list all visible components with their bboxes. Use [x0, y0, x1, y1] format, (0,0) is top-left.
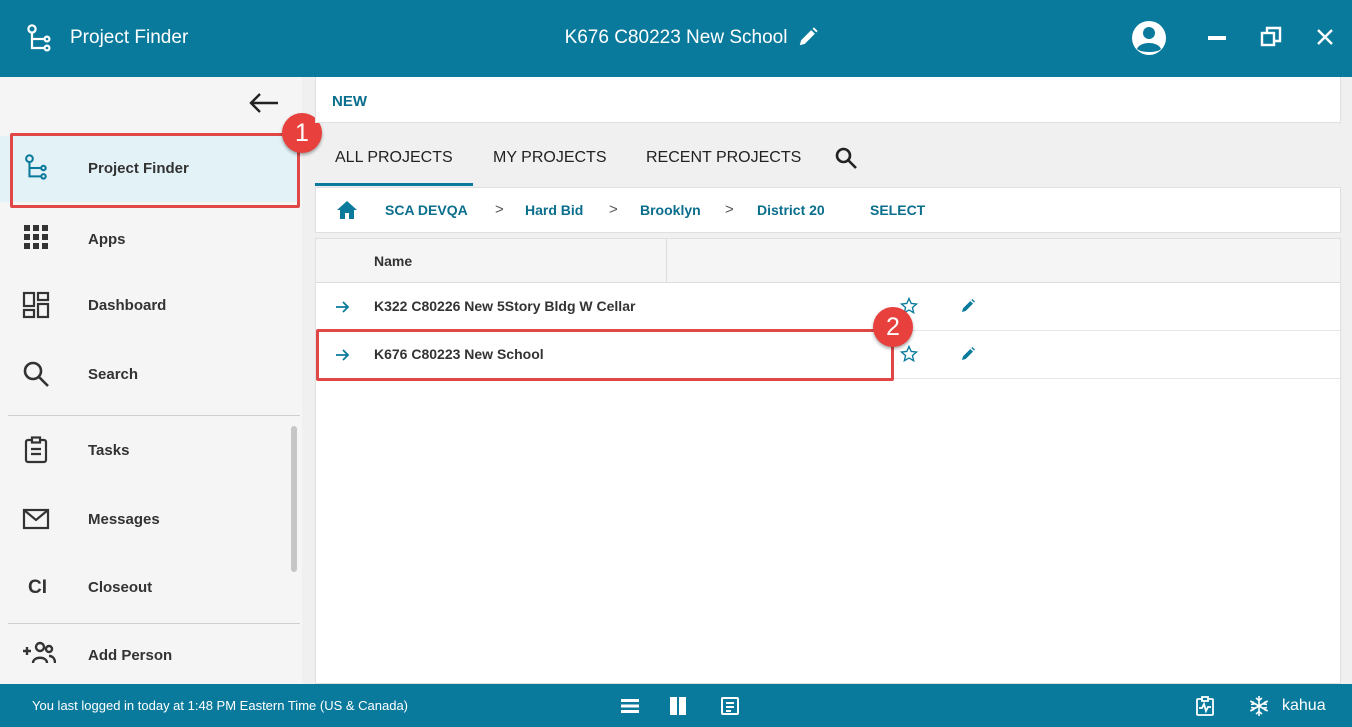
sidebar-item-label: Add Person	[88, 647, 173, 664]
breadcrumb: SCA DEVQA > Hard Bid > Brooklyn > Distri…	[315, 187, 1341, 233]
pencil-icon[interactable]	[797, 25, 819, 49]
action-bar: NEW	[315, 77, 1341, 123]
pencil-icon[interactable]	[960, 346, 976, 362]
tab-recent-projects[interactable]: RECENT PROJECTS	[646, 149, 801, 167]
project-finder-icon	[27, 24, 51, 52]
project-grid: Name K322 C80226 New 5Story Bldg W Cella…	[315, 238, 1341, 684]
restore-icon[interactable]	[1260, 26, 1282, 48]
add-person-icon	[23, 641, 56, 664]
title-bar: Project Finder K676 C80223 New School	[0, 0, 1352, 77]
breadcrumb-select-button[interactable]: SELECT	[870, 202, 925, 218]
brand-name: kahua	[1282, 697, 1326, 714]
active-tab-indicator	[315, 183, 473, 186]
minimize-icon[interactable]	[1204, 25, 1230, 51]
sidebar-divider	[8, 415, 300, 416]
breadcrumb-item-brooklyn[interactable]: Brooklyn	[640, 202, 701, 218]
grid-header: Name	[316, 239, 1340, 283]
sidebar-item-label: Tasks	[88, 442, 130, 459]
clipboard-icon	[24, 436, 48, 464]
breadcrumb-separator: >	[725, 201, 734, 218]
sidebar-item-search[interactable]: Search	[0, 342, 300, 408]
pencil-icon[interactable]	[960, 298, 976, 314]
search-icon	[23, 361, 49, 387]
breadcrumb-item-district-20[interactable]: District 20	[757, 202, 825, 218]
column-header-name[interactable]: Name	[374, 253, 412, 269]
new-button[interactable]: NEW	[332, 93, 367, 110]
list-view-icon[interactable]	[620, 696, 640, 716]
star-icon[interactable]	[900, 345, 918, 363]
user-avatar-icon[interactable]	[1131, 20, 1167, 56]
close-icon[interactable]	[1314, 26, 1336, 48]
app-name: Project Finder	[70, 27, 189, 48]
sidebar-item-label: Apps	[88, 231, 126, 248]
breadcrumb-item-sca-devqa[interactable]: SCA DEVQA	[385, 202, 468, 218]
tab-my-projects[interactable]: MY PROJECTS	[493, 149, 607, 167]
status-bar: You last logged in today at 1:48 PM East…	[0, 684, 1352, 727]
arrow-right-icon[interactable]	[334, 299, 350, 315]
apps-grid-icon	[24, 225, 48, 249]
annotation-highlight-2	[316, 329, 894, 381]
sidebar-item-apps[interactable]: Apps	[0, 205, 300, 271]
kahua-brand: kahua	[1248, 695, 1348, 717]
breadcrumb-separator: >	[609, 201, 618, 218]
sidebar-item-dashboard[interactable]: Dashboard	[0, 273, 300, 339]
home-icon[interactable]	[336, 200, 358, 220]
detail-view-icon[interactable]	[720, 696, 740, 716]
closeout-icon: CI	[28, 577, 56, 605]
sidebar-item-label: Dashboard	[88, 297, 167, 314]
dashboard-icon	[22, 291, 50, 319]
sidebar-item-add-person[interactable]: Add Person	[0, 623, 300, 684]
sidebar-item-label: Closeout	[88, 579, 153, 596]
annotation-highlight-1	[10, 133, 300, 208]
snowflake-icon	[1249, 696, 1269, 716]
annotation-badge-2: 2	[873, 307, 913, 347]
last-login-text: You last logged in today at 1:48 PM East…	[32, 698, 409, 713]
sidebar-item-messages[interactable]: Messages	[0, 487, 300, 553]
closeout-icon-text: CI	[28, 577, 47, 598]
search-icon[interactable]	[834, 146, 858, 170]
project-name[interactable]: K322 C80226 New 5Story Bldg W Cellar	[374, 298, 635, 314]
table-row[interactable]: K322 C80226 New 5Story Bldg W Cellar	[316, 283, 1340, 331]
column-resize-handle[interactable]	[666, 239, 667, 283]
activity-log-icon[interactable]	[1195, 696, 1215, 716]
sidebar-item-tasks[interactable]: Tasks	[0, 418, 300, 484]
split-view-icon[interactable]	[668, 696, 688, 716]
sidebar-item-closeout[interactable]: CI Closeout	[0, 555, 300, 621]
breadcrumb-separator: >	[495, 201, 504, 218]
envelope-icon	[22, 508, 50, 530]
sidebar-item-label: Search	[88, 366, 139, 383]
sidebar-scrollbar[interactable]	[291, 426, 297, 572]
sidebar-item-label: Messages	[88, 511, 160, 528]
breadcrumb-item-hard-bid[interactable]: Hard Bid	[525, 202, 583, 218]
tab-all-projects[interactable]: ALL PROJECTS	[335, 149, 453, 167]
back-arrow-icon[interactable]	[248, 91, 280, 115]
